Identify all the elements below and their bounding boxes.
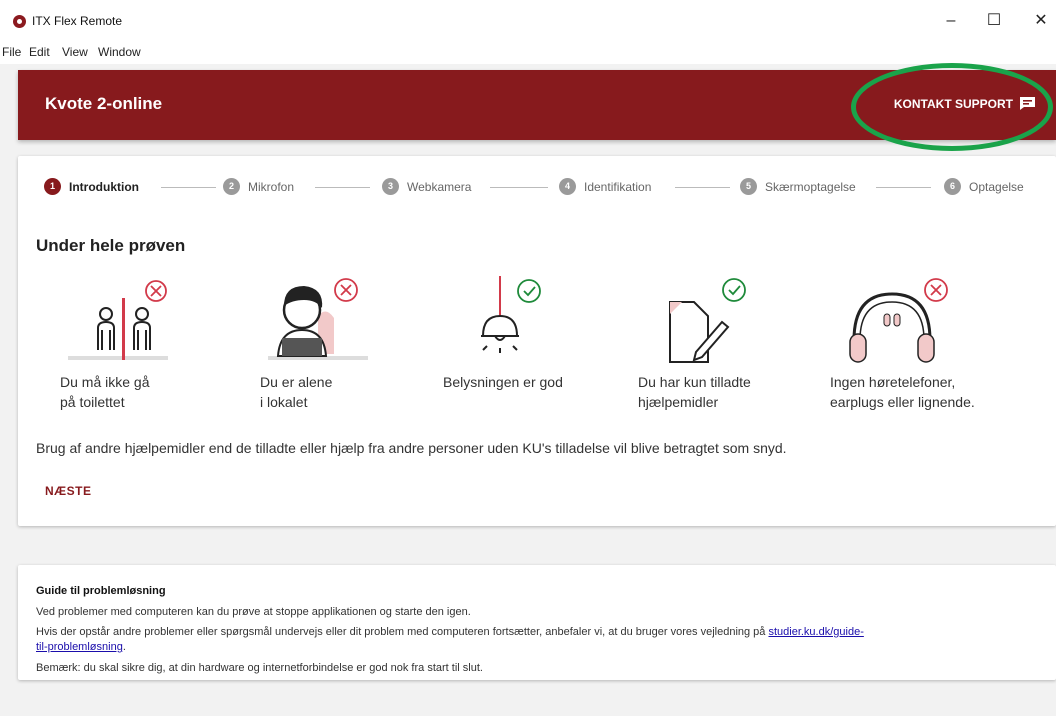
rule-caption: Ingen høretelefoner, earplugs eller lign… bbox=[830, 372, 975, 412]
minimize-button[interactable]: – bbox=[936, 8, 966, 34]
guide-text-part: Hvis der opstår andre problemer eller sp… bbox=[36, 626, 769, 638]
menu-edit[interactable]: Edit bbox=[29, 45, 50, 59]
rule-alone: Du er alene i lokalet bbox=[260, 276, 380, 412]
cheating-notice: Brug af andre hjælpemidler end de tillad… bbox=[36, 440, 787, 456]
step-connector bbox=[315, 187, 370, 188]
step-label: Skærmoptagelse bbox=[765, 179, 856, 194]
step-label: Introduktion bbox=[69, 179, 139, 194]
step-label: Mikrofon bbox=[248, 179, 295, 194]
step-connector bbox=[675, 187, 730, 188]
step-connector bbox=[161, 187, 216, 188]
rule-caption-line: i lokalet bbox=[260, 394, 308, 410]
step-number: 2 bbox=[223, 178, 240, 195]
guide-text: Hvis der opstår andre problemer eller sp… bbox=[36, 625, 1036, 655]
troubleshooting-guide: Guide til problemløsning Ved problemer m… bbox=[18, 565, 1056, 680]
next-button[interactable]: NÆSTE bbox=[45, 484, 92, 498]
rule-toilet: Du må ikke gå på toilettet bbox=[60, 276, 180, 412]
step-label: Optagelse bbox=[969, 179, 1024, 194]
rule-caption-line: Belysningen er god bbox=[443, 374, 563, 390]
step-number: 1 bbox=[44, 178, 61, 195]
toilet-forbidden-icon bbox=[68, 280, 168, 360]
step-label: Identifikation bbox=[584, 179, 652, 194]
no-headphones-icon bbox=[849, 278, 948, 363]
step-webkamera[interactable]: 3 Webkamera bbox=[382, 178, 471, 195]
rule-lighting: Belysningen er god bbox=[443, 276, 563, 392]
menu-view[interactable]: View bbox=[62, 45, 88, 59]
guide-text: Ved problemer med computeren kan du prøv… bbox=[36, 606, 471, 618]
step-identifikation[interactable]: 4 Identifikation bbox=[559, 178, 651, 195]
rule-caption-line: på toilettet bbox=[60, 394, 125, 410]
step-connector bbox=[490, 187, 548, 188]
alone-in-room-icon bbox=[268, 278, 368, 360]
rule-caption-line: hjælpemidler bbox=[638, 394, 719, 410]
maximize-button[interactable]: ☐ bbox=[979, 8, 1009, 34]
step-label: Webkamera bbox=[407, 179, 472, 194]
rule-caption-line: earplugs eller lignende. bbox=[830, 394, 975, 410]
intro-card: 1 Introduktion 2 Mikrofon 3 Webkamera 4 … bbox=[18, 156, 1056, 526]
rule-caption: Belysningen er god bbox=[443, 372, 563, 392]
step-mikrofon[interactable]: 2 Mikrofon bbox=[223, 178, 294, 195]
rule-caption: Du har kun tilladte hjælpemidler bbox=[638, 372, 758, 412]
menu-file[interactable]: File bbox=[2, 45, 21, 59]
allowed-aids-icon bbox=[669, 278, 746, 363]
rule-caption: Du må ikke gå på toilettet bbox=[60, 372, 180, 412]
step-optagelse[interactable]: 6 Optagelse bbox=[944, 178, 1024, 195]
step-number: 5 bbox=[740, 178, 757, 195]
section-title: Under hele prøven bbox=[36, 236, 186, 255]
step-skaermoptagelse[interactable]: 5 Skærmoptagelse bbox=[740, 178, 856, 195]
guide-link[interactable]: til-problemløsning bbox=[36, 641, 123, 653]
lamp-ok-icon bbox=[481, 276, 541, 353]
menu-bar: File Edit View Window bbox=[0, 42, 1056, 64]
menu-window[interactable]: Window bbox=[98, 45, 141, 59]
rule-caption: Du er alene i lokalet bbox=[260, 372, 380, 412]
highlight-ring bbox=[851, 63, 1053, 151]
rule-caption-line: Du må ikke gå bbox=[60, 374, 150, 390]
rule-caption-line: Ingen høretelefoner, bbox=[830, 374, 956, 390]
guide-link[interactable]: studier.ku.dk/guide- bbox=[768, 626, 863, 638]
step-connector bbox=[876, 187, 931, 188]
guide-text-part: . bbox=[122, 641, 126, 653]
window-titlebar: ITX Flex Remote – ☐ ✕ bbox=[0, 0, 1056, 42]
rule-headphones: Ingen høretelefoner, earplugs eller lign… bbox=[830, 276, 975, 412]
exam-title: Kvote 2-online bbox=[45, 94, 163, 113]
close-button[interactable]: ✕ bbox=[1026, 8, 1056, 34]
step-number: 4 bbox=[559, 178, 576, 195]
rule-aids: Du har kun tilladte hjælpemidler bbox=[638, 276, 758, 412]
guide-title: Guide til problemløsning bbox=[36, 585, 166, 597]
rule-caption-line: Du har kun tilladte bbox=[638, 374, 751, 390]
step-introduktion[interactable]: 1 Introduktion bbox=[44, 178, 139, 195]
guide-text: Bemærk: du skal sikre dig, at din hardwa… bbox=[36, 662, 483, 674]
window-title: ITX Flex Remote bbox=[32, 14, 123, 28]
step-number: 3 bbox=[382, 178, 399, 195]
step-number: 6 bbox=[944, 178, 961, 195]
rule-caption-line: Du er alene bbox=[260, 374, 333, 390]
app-logo-icon bbox=[13, 15, 26, 28]
